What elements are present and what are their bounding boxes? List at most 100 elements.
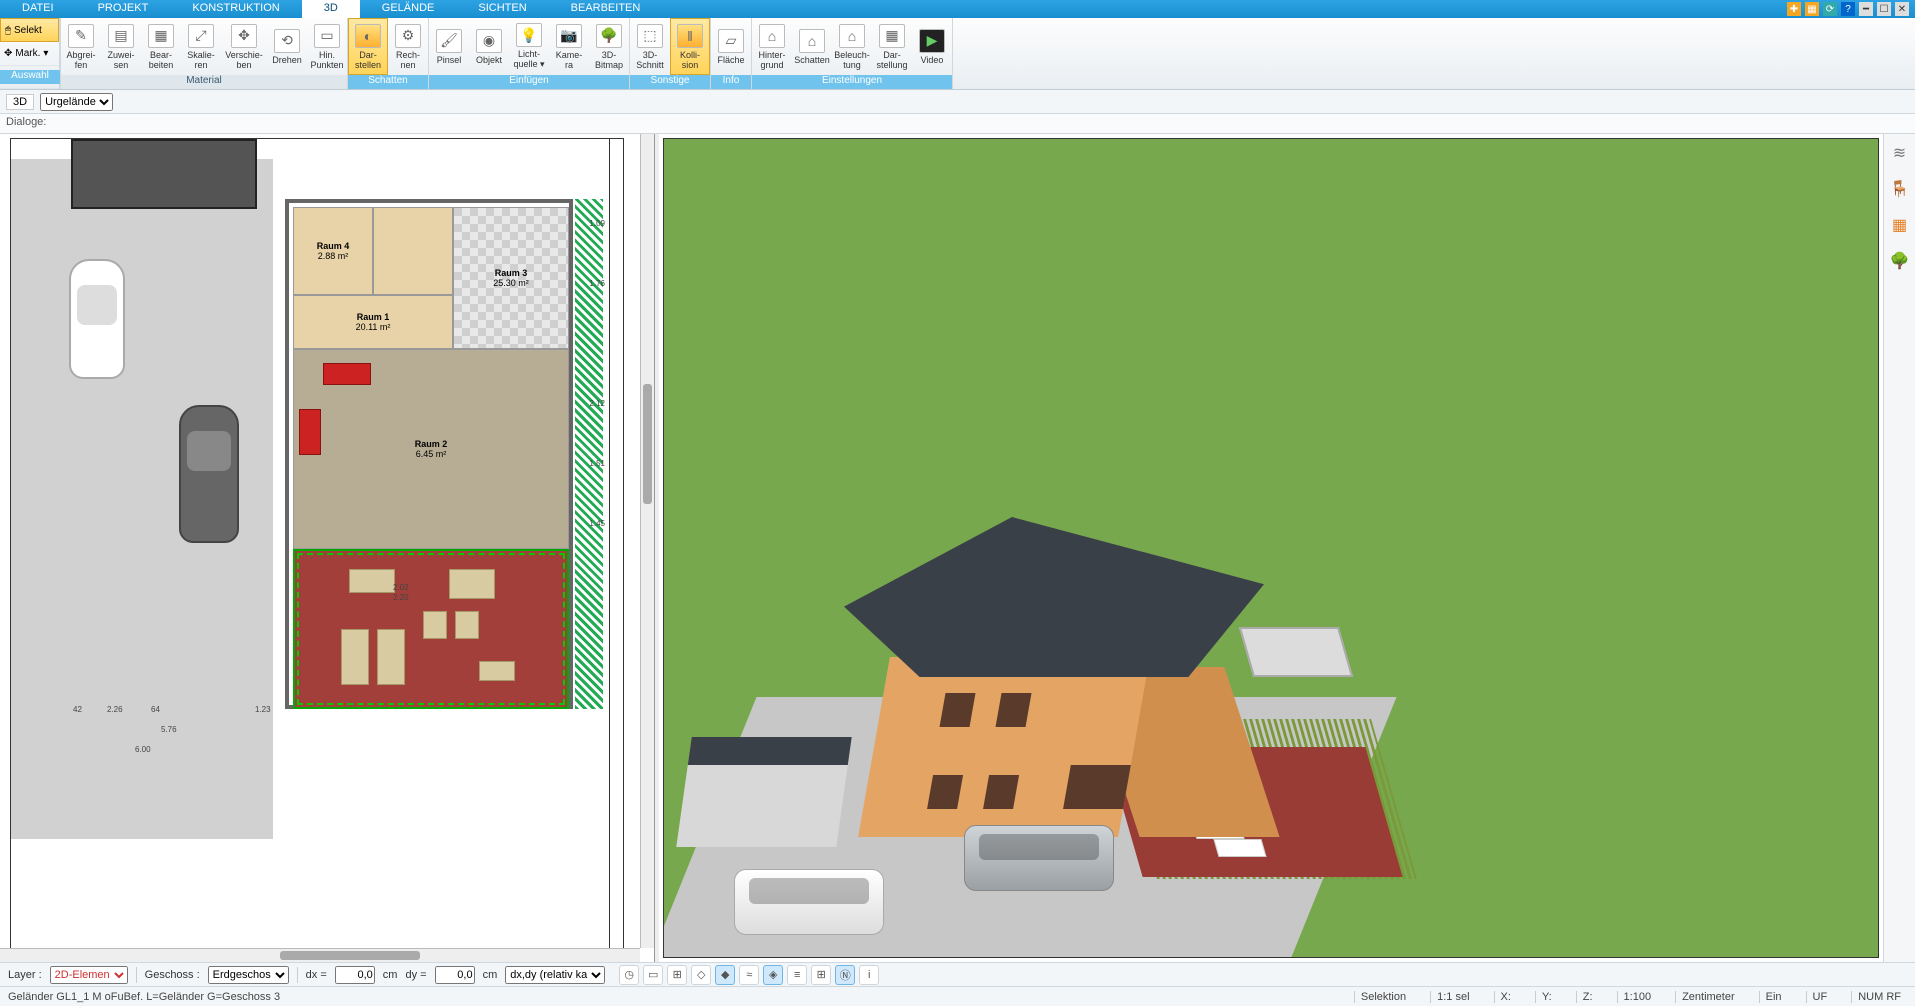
garage-3d: [676, 737, 851, 847]
car-white-plan: [69, 259, 125, 379]
snap3-icon[interactable]: ◆: [715, 965, 735, 985]
snap5-icon[interactable]: ◈: [763, 965, 783, 985]
dy-input[interactable]: [435, 966, 475, 984]
patio-furn: [377, 629, 405, 685]
minimize-icon[interactable]: ━: [1859, 2, 1873, 16]
tool-rechnen[interactable]: ⚙Rech-nen: [388, 18, 428, 75]
tool-video[interactable]: ▶Video: [912, 18, 952, 75]
group-einstellungen-label: Einstellungen: [752, 75, 952, 89]
tool-bearbeiten[interactable]: ▦Bear-beiten: [141, 18, 181, 75]
window-3d: [1063, 765, 1131, 809]
menubar: DATEI PROJEKT KONSTRUKTION 3D GELÄNDE SI…: [0, 0, 1915, 18]
geschoss-label: Geschoss :: [145, 969, 200, 981]
group-sonstige-label: Sonstige: [630, 75, 710, 89]
grid-icon[interactable]: ⊞: [811, 965, 831, 985]
3d-viewport[interactable]: [663, 138, 1879, 958]
snap4-icon[interactable]: ≈: [739, 965, 759, 985]
snap1-icon[interactable]: ⊞: [667, 965, 687, 985]
coord-mode-select[interactable]: dx,dy (relativ ka: [505, 966, 605, 984]
tab-gelaende[interactable]: GELÄNDE: [360, 0, 457, 18]
wb1-icon[interactable]: ✚: [1787, 2, 1801, 16]
tool-lichtquelle[interactable]: 💡Licht-quelle ▾: [509, 18, 549, 75]
pane-2d[interactable]: Raum 42.88 m² Raum 120.11 m² Raum 325.30…: [0, 134, 655, 962]
terrain-select[interactable]: Urgelände: [40, 93, 113, 111]
patio-furn: [479, 661, 515, 681]
rotate-icon: ⟲: [274, 29, 300, 53]
tool-verschieben[interactable]: ✥Verschie-ben: [221, 18, 267, 75]
dx-unit: cm: [383, 969, 398, 981]
terrace-selected[interactable]: 2.02 2.20: [293, 549, 569, 709]
main-area: Raum 42.88 m² Raum 120.11 m² Raum 325.30…: [0, 134, 1915, 962]
tab-datei[interactable]: DATEI: [0, 0, 76, 18]
wb2-icon[interactable]: ▦: [1805, 2, 1819, 16]
pane-3d[interactable]: [659, 134, 1883, 962]
tab-3d[interactable]: 3D: [302, 0, 360, 18]
layer-label: Layer :: [8, 969, 42, 981]
tool-kamera[interactable]: 📷Kame-ra: [549, 18, 589, 75]
scrollbar-horizontal-2d[interactable]: [0, 948, 640, 962]
snap6-icon[interactable]: ≡: [787, 965, 807, 985]
wall-front: [858, 657, 1150, 837]
mark-button[interactable]: ✥Mark. ▾: [0, 42, 59, 65]
dy-unit: cm: [483, 969, 498, 981]
maximize-icon[interactable]: ☐: [1877, 2, 1891, 16]
tool-drehen[interactable]: ⟲Drehen: [267, 18, 307, 75]
tool-hinpunkten[interactable]: ▭Hin.Punkten: [307, 18, 347, 75]
assign-icon: ▤: [108, 24, 134, 48]
dx-input[interactable]: [335, 966, 375, 984]
tool-schatten-setting[interactable]: ⌂Schatten: [792, 18, 832, 75]
floorplan-canvas[interactable]: Raum 42.88 m² Raum 120.11 m² Raum 325.30…: [10, 138, 624, 952]
tool-zuweisen[interactable]: ▤Zuwei-sen: [101, 18, 141, 75]
bitmap3d-icon: 🌳: [596, 24, 622, 48]
tool-beleuchtung[interactable]: ⌂Beleuch-tung: [832, 18, 872, 75]
selekt-button[interactable]: 🖱Selekt: [0, 18, 59, 42]
status-ein: Ein: [1759, 991, 1788, 1003]
status-y: Y:: [1535, 991, 1558, 1003]
tool-abgreifen[interactable]: ✎Abgrei-fen: [61, 18, 101, 75]
scrollbar-vertical-2d[interactable]: [640, 134, 654, 948]
tab-projekt[interactable]: PROJEKT: [76, 0, 171, 18]
layer-select[interactable]: 2D-Elemen: [50, 966, 128, 984]
video-icon: ▶: [919, 29, 945, 53]
tool-flaeche[interactable]: ▱Fläche: [711, 18, 751, 75]
tool-objekt[interactable]: ◉Objekt: [469, 18, 509, 75]
tool-kollision[interactable]: ‖Kolli-sion: [670, 18, 710, 75]
chair-icon[interactable]: 🪑: [1889, 178, 1911, 200]
patio-furn: [455, 611, 479, 639]
tool-3d-bitmap[interactable]: 🌳3D-Bitmap: [589, 18, 629, 75]
patio-furn: [423, 611, 447, 639]
info-icon[interactable]: i: [859, 965, 879, 985]
palette-icon[interactable]: ▦: [1889, 214, 1911, 236]
help-icon[interactable]: ?: [1841, 2, 1855, 16]
window-3d: [996, 693, 1032, 727]
window-3d: [927, 775, 963, 809]
geschoss-select[interactable]: Erdgeschos: [208, 966, 289, 984]
tool-skalieren[interactable]: ⤢Skalie-ren: [181, 18, 221, 75]
status-z: Z:: [1576, 991, 1599, 1003]
move-icon: ✥: [231, 24, 257, 48]
status-bar: Geländer GL1_1 M oFuBef. L=Geländer G=Ge…: [0, 986, 1915, 1006]
status-ratio: 1:100: [1617, 991, 1658, 1003]
status-selektion: Selektion: [1354, 991, 1412, 1003]
tab-bearbeiten[interactable]: BEARBEITEN: [549, 0, 663, 18]
layers-icon[interactable]: ≋: [1889, 142, 1911, 164]
snap2-icon[interactable]: ◇: [691, 965, 711, 985]
north-icon[interactable]: Ⓝ: [835, 965, 855, 985]
tool-darstellung[interactable]: ▦Dar-stellung: [872, 18, 912, 75]
eyedropper-icon: ✎: [68, 24, 94, 48]
wb3-icon[interactable]: ⟳: [1823, 2, 1837, 16]
clock-icon[interactable]: ◷: [619, 965, 639, 985]
tool-3d-schnitt[interactable]: ⬚3D-Schnitt: [630, 18, 670, 75]
group-info-label: Info: [711, 75, 751, 89]
tab-sichten[interactable]: SICHTEN: [456, 0, 548, 18]
tree-icon[interactable]: 🌳: [1889, 250, 1911, 272]
view-3d-label: 3D: [6, 94, 34, 110]
display-setting-icon: ▦: [879, 24, 905, 48]
tab-konstruktion[interactable]: KONSTRUKTION: [170, 0, 301, 18]
tool-hintergrund[interactable]: ⌂Hinter-grund: [752, 18, 792, 75]
tool-darstellen[interactable]: ◐Dar-stellen: [348, 18, 388, 75]
close-icon[interactable]: ✕: [1895, 2, 1909, 16]
tool-pinsel[interactable]: 🖌Pinsel: [429, 18, 469, 75]
screen-icon[interactable]: ▭: [643, 965, 663, 985]
group-auswahl-label: Auswahl: [0, 70, 60, 84]
